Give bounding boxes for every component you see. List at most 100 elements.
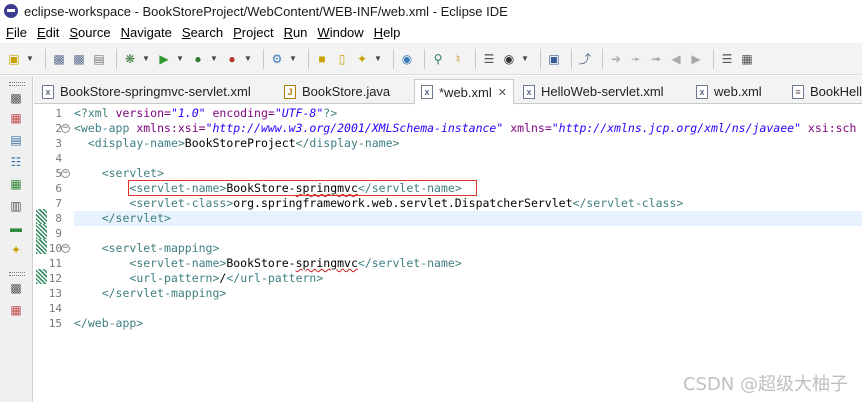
code-line: <web-app xmlns:xsi="http://www.w3.org/20… bbox=[74, 121, 857, 135]
code-line: <servlet-class>org.springframework.web.s… bbox=[129, 196, 684, 210]
tab-bookhell[interactable]: ≡ BookHell bbox=[786, 79, 862, 104]
java-ee-perspective-icon[interactable]: ▦ bbox=[739, 51, 755, 67]
trim-grip-icon[interactable] bbox=[9, 272, 25, 276]
fold-toggle-icon[interactable]: − bbox=[61, 124, 70, 133]
tab-bookstore-springmvc-servlet-xml[interactable]: x BookStore-springmvc-servlet.xml bbox=[36, 79, 261, 104]
menu-search[interactable]: Search bbox=[180, 25, 231, 40]
menu-window[interactable]: Window bbox=[315, 25, 371, 40]
open-task-icon[interactable]: ✦ bbox=[354, 51, 370, 67]
save-icon[interactable]: ▩ bbox=[51, 51, 67, 67]
back-icon[interactable]: ◀ bbox=[668, 51, 684, 67]
code-line: </servlet-mapping> bbox=[101, 286, 227, 300]
perspective-icon[interactable]: ☰ bbox=[719, 51, 735, 67]
code-line: <servlet-name>BookStore-springmvc</servl… bbox=[129, 256, 462, 270]
navigator-icon[interactable]: ▥ bbox=[8, 198, 24, 214]
outline-icon[interactable]: ▤ bbox=[8, 132, 24, 148]
tab-helloweb-servlet-xml[interactable]: x HelloWeb-servlet.xml bbox=[517, 79, 682, 104]
tab-bookstore-java[interactable]: J BookStore.java bbox=[278, 79, 408, 104]
toolbar-separator bbox=[571, 48, 572, 69]
toolbar-separator bbox=[602, 48, 603, 69]
code-line: <url-pattern>/</url-pattern> bbox=[129, 271, 324, 285]
servers-icon[interactable]: ▬ bbox=[8, 220, 24, 236]
toolbar-separator bbox=[45, 48, 46, 69]
xml-file-icon: x bbox=[523, 84, 535, 99]
code-line: </web-app> bbox=[74, 316, 144, 330]
code-line: <servlet-mapping> bbox=[101, 241, 220, 255]
globe-icon[interactable]: ◉ bbox=[399, 51, 415, 67]
open-task-dropdown-icon[interactable]: ▼ bbox=[374, 51, 382, 67]
code-line: <servlet> bbox=[101, 166, 165, 180]
restore-icon[interactable]: ▩ bbox=[8, 280, 24, 296]
main-toolbar: ▣ ▼ ▩ ▩ ▤ ❋ ▼ ▶ ▼ ● ▼ ● ▼ ⚙ ▼ ■ ▯ ✦ ▼ ◉ … bbox=[0, 43, 862, 75]
search-icon[interactable]: ⚲ bbox=[430, 51, 446, 67]
editor-area: x BookStore-springmvc-servlet.xml J Book… bbox=[34, 76, 862, 402]
menu-project[interactable]: Project bbox=[231, 25, 281, 40]
menu-help[interactable]: Help bbox=[372, 25, 409, 40]
type-hierarchy-icon[interactable]: ☷ bbox=[8, 154, 24, 170]
next-annotation-icon[interactable]: ➜ bbox=[608, 51, 624, 67]
menu-navigate[interactable]: Navigate bbox=[119, 25, 180, 40]
xml-file-icon: x bbox=[421, 85, 433, 99]
save-all-icon[interactable]: ▩ bbox=[71, 51, 87, 67]
restore-icon[interactable]: ▩ bbox=[8, 90, 24, 106]
code-line: <display-name>BookStoreProject</display-… bbox=[87, 136, 400, 150]
line-number: 4 bbox=[55, 152, 62, 165]
toolbar-separator bbox=[263, 48, 264, 69]
line-number: 6 bbox=[55, 182, 62, 195]
run-icon[interactable]: ▶ bbox=[156, 51, 172, 67]
menu-source[interactable]: Source bbox=[67, 25, 118, 40]
left-trim-bar: ▩ ▦ ▤ ☷ ▦ ▥ ▬ ✦ ▩ ▦ bbox=[0, 76, 33, 402]
toolbar-separator bbox=[475, 48, 476, 69]
new-server-icon[interactable]: ⚙ bbox=[269, 51, 285, 67]
new-icon[interactable]: ▣ bbox=[6, 51, 22, 67]
run-dropdown-icon[interactable]: ▼ bbox=[176, 51, 184, 67]
console-dropdown-icon[interactable]: ▼ bbox=[521, 51, 529, 67]
code-line: <?xml version="1.0" encoding="UTF-8"?> bbox=[74, 106, 338, 120]
new-server-dropdown-icon[interactable]: ▼ bbox=[289, 51, 297, 67]
project-explorer-icon[interactable]: ▦ bbox=[8, 110, 24, 126]
annotation-icon[interactable]: ♮ bbox=[450, 51, 466, 67]
open-type-icon[interactable]: ■ bbox=[314, 51, 330, 67]
forward-icon[interactable]: ▶ bbox=[688, 51, 704, 67]
tab-web-xml[interactable]: x web.xml bbox=[690, 79, 782, 104]
package-explorer-icon[interactable]: ▦ bbox=[8, 176, 24, 192]
print-icon[interactable]: ▤ bbox=[91, 51, 107, 67]
xml-file-icon: x bbox=[42, 84, 54, 99]
close-tab-icon[interactable]: ✕ bbox=[498, 86, 507, 99]
menu-run[interactable]: Run bbox=[282, 25, 316, 40]
new-dropdown-icon[interactable]: ▼ bbox=[26, 51, 34, 67]
line-number: 9 bbox=[55, 227, 62, 240]
run-server-icon[interactable]: ● bbox=[190, 51, 206, 67]
problems-icon[interactable]: ▦ bbox=[8, 302, 24, 318]
comment-icon[interactable]: ▣ bbox=[546, 51, 562, 67]
last-edit-icon[interactable]: ➟ bbox=[648, 51, 664, 67]
open-folder-icon[interactable]: ▯ bbox=[334, 51, 350, 67]
external-tools-dropdown-icon[interactable]: ▼ bbox=[244, 51, 252, 67]
code-text-area[interactable]: <?xml version="1.0" encoding="UTF-8"?> <… bbox=[74, 104, 862, 402]
pin-icon[interactable]: ⤴ bbox=[577, 51, 593, 67]
run-server-dropdown-icon[interactable]: ▼ bbox=[210, 51, 218, 67]
line-number: 3 bbox=[55, 137, 62, 150]
debug-icon[interactable]: ❋ bbox=[122, 51, 138, 67]
toolbar-separator bbox=[393, 48, 394, 69]
line-number: 2 bbox=[55, 122, 62, 135]
debug-dropdown-icon[interactable]: ▼ bbox=[142, 51, 150, 67]
menu-edit[interactable]: Edit bbox=[35, 25, 67, 40]
task-list-icon[interactable]: ☰ bbox=[481, 51, 497, 67]
external-tools-icon[interactable]: ● bbox=[224, 51, 240, 67]
menu-file[interactable]: File bbox=[4, 25, 35, 40]
line-number: 15 bbox=[48, 317, 62, 330]
eclipse-logo-icon bbox=[4, 4, 18, 18]
fold-toggle-icon[interactable]: − bbox=[61, 244, 70, 253]
console-icon[interactable]: ◉ bbox=[501, 51, 517, 67]
previous-annotation-icon[interactable]: ➛ bbox=[628, 51, 644, 67]
line-number: 8 bbox=[55, 212, 62, 225]
snippets-icon[interactable]: ✦ bbox=[8, 242, 24, 258]
trim-grip-icon[interactable] bbox=[9, 82, 25, 86]
fold-toggle-icon[interactable]: − bbox=[61, 169, 70, 178]
highlighted-servlet-name: <servlet-name>BookStore-springmvc</servl… bbox=[128, 180, 477, 196]
line-number: 12 bbox=[48, 272, 62, 285]
tab-web-xml-active[interactable]: x *web.xml ✕ bbox=[414, 79, 514, 105]
line-number: 1 bbox=[55, 107, 62, 120]
toolbar-separator bbox=[308, 48, 309, 69]
